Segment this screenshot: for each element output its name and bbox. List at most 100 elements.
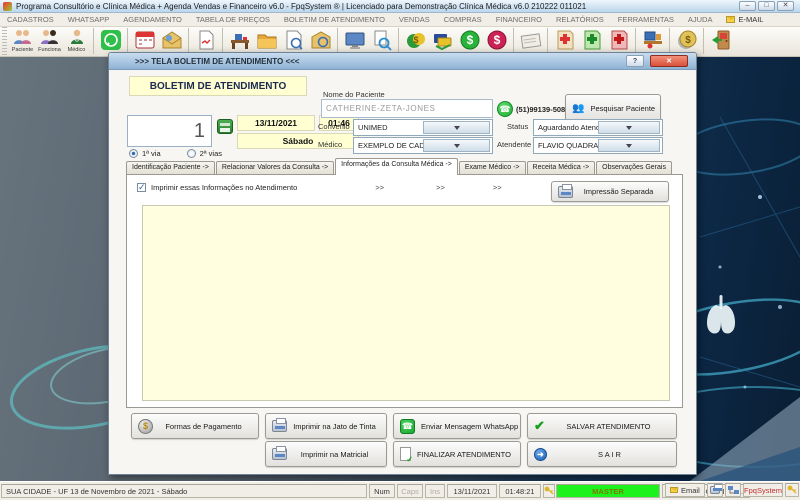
toolbar-paciente-button[interactable]: Paciente: [9, 27, 36, 55]
toolbar-sair-button[interactable]: [707, 27, 734, 55]
boletim-number-field[interactable]: 1: [127, 115, 212, 147]
statusbar-email[interactable]: Email: [665, 483, 705, 497]
menu-ajuda[interactable]: AJUDA: [681, 15, 720, 24]
statusbar-printer[interactable]: [707, 483, 723, 497]
workstation-icon: [642, 29, 664, 51]
toolbar-pesquisa-doc-button[interactable]: [280, 27, 307, 55]
tab-identificacao[interactable]: Identificação Paciente ->: [126, 161, 215, 175]
menu-whatsapp[interactable]: WHATSAPP: [61, 15, 117, 24]
toolbar-pesquisa-mail-button[interactable]: [307, 27, 334, 55]
statusbar-time: 01:48:21: [499, 484, 541, 498]
menu-tabela-precos[interactable]: TABELA DE PREÇOS: [189, 15, 277, 24]
medico-dropdown[interactable]: EXEMPLO DE CADASTRO DE MÉDICO: [353, 137, 493, 154]
menu-agendamento[interactable]: AGENDAMENTO: [116, 15, 189, 24]
dialog-close-button[interactable]: ✕: [650, 55, 688, 67]
toolbar-receita-button[interactable]: [192, 27, 219, 55]
whatsapp-phone-icon[interactable]: ☎: [497, 101, 513, 117]
maximize-button[interactable]: □: [758, 1, 775, 11]
medico-label: Médico: [318, 140, 342, 149]
statusbar-key2[interactable]: [785, 483, 799, 497]
toolbar-nota-button[interactable]: [517, 27, 544, 55]
salvar-atendimento-button[interactable]: ✔ SALVAR ATENDIMENTO: [527, 413, 677, 439]
calendar-picker-icon[interactable]: [217, 119, 233, 134]
patient-name-input[interactable]: CATHERINE-ZETA-JONES: [321, 99, 493, 118]
svg-text:$: $: [685, 35, 691, 46]
impressao-separada-button[interactable]: Impressão Separada: [551, 181, 669, 202]
tab-receita[interactable]: Receita Médica ->: [527, 161, 596, 175]
arrow-right-icon: ➜: [534, 448, 547, 461]
toolbar-arquivo-button[interactable]: [253, 27, 280, 55]
dollar-green-icon: $: [459, 29, 481, 51]
imprimir-matricial-button[interactable]: Imprimir na Matricial: [265, 441, 387, 467]
printer-icon: [272, 420, 287, 432]
search-patient-icon: 👥: [572, 104, 584, 114]
statusbar-date: 13/11/2021: [447, 484, 497, 498]
calendar-icon: [134, 29, 156, 51]
toolbar-caixa-button[interactable]: [429, 27, 456, 55]
atendente-dropdown[interactable]: FLAVIO QUADRADO: [533, 137, 663, 154]
imprimir-jato-button[interactable]: Imprimir na Jato de Tinta: [265, 413, 387, 439]
dollar-red-icon: $: [486, 29, 508, 51]
minimize-button[interactable]: –: [739, 1, 756, 11]
menu-email[interactable]: E-MAIL: [719, 15, 770, 24]
toolbar-whatsapp-button[interactable]: [97, 27, 124, 55]
toolbar-correspondencia-button[interactable]: [158, 27, 185, 55]
printer-icon: [272, 448, 287, 460]
menu-cadastros[interactable]: CADASTROS: [0, 15, 61, 24]
print-info-checkbox[interactable]: [137, 183, 146, 192]
menu-relatorios[interactable]: RELATÓRIOS: [549, 15, 611, 24]
toolbar-receber-button[interactable]: $: [456, 27, 483, 55]
chevron-3: >>: [493, 183, 502, 192]
toolbar-agenda-button[interactable]: [131, 27, 158, 55]
toolbar-atendimento-button[interactable]: [226, 27, 253, 55]
menu-financeiro[interactable]: FINANCEIRO: [489, 15, 549, 24]
toolbar-moeda-button[interactable]: $: [673, 27, 700, 55]
formas-pagamento-button[interactable]: $ Formas de Pagamento: [131, 413, 259, 439]
toolbar-guia-vermelha-button[interactable]: [605, 27, 632, 55]
close-button[interactable]: ✕: [777, 1, 794, 11]
toolbar-monitor-button[interactable]: [341, 27, 368, 55]
toolbar-guia-bege-button[interactable]: [551, 27, 578, 55]
toolbar-vendas-button[interactable]: $: [402, 27, 429, 55]
toolbar-pagar-button[interactable]: $: [483, 27, 510, 55]
via2-radio[interactable]: 2ª vias: [187, 149, 222, 158]
toolbar-funcionaria-button[interactable]: Funciona: [36, 27, 63, 55]
key-icon: [787, 485, 797, 495]
toolbar-separator: [93, 28, 94, 54]
toolbar-separator: [703, 28, 704, 54]
status-dropdown[interactable]: Aguardando Atendimento: [533, 119, 663, 136]
coin-icon: $: [138, 419, 153, 434]
statusbar-key: [543, 484, 555, 498]
tab-valores[interactable]: Relacionar Valores da Consulta ->: [216, 161, 334, 175]
sair-button[interactable]: ➜ S A I R: [527, 441, 677, 467]
tab-panel: Imprimir essas Informações no Atendiment…: [126, 174, 683, 408]
tab-informacoes[interactable]: Informações da Consulta Médica ->: [335, 158, 458, 175]
svg-text:$: $: [413, 35, 418, 45]
dialog-titlebar[interactable]: >>> TELA BOLETIM DE ATENDIMENTO <<< ? ✕: [109, 53, 696, 70]
statusbar-location: SUA CIDADE - UF 13 de Novembro de 2021 -…: [1, 484, 367, 498]
tab-observacoes[interactable]: Observações Gerais: [596, 161, 672, 175]
app-icon: [3, 2, 12, 11]
menu-vendas[interactable]: VENDAS: [392, 15, 437, 24]
menu-ferramentas[interactable]: FERRAMENTAS: [611, 15, 681, 24]
printer-icon: [558, 186, 573, 198]
menu-boletim[interactable]: BOLETIM DE ATENDIMENTO: [277, 15, 392, 24]
window-title: Programa Consultório e Clínica Médica + …: [16, 2, 586, 11]
menu-compras[interactable]: COMPRAS: [437, 15, 489, 24]
via2-radio-dot: [187, 149, 196, 158]
statusbar-network[interactable]: [725, 483, 741, 497]
finalizar-atendimento-button[interactable]: FINALIZAR ATENDIMENTO: [393, 441, 521, 467]
toolbar-guia-verde-button[interactable]: [578, 27, 605, 55]
consulta-notes-textarea[interactable]: [142, 205, 670, 401]
mail-open-icon: [161, 29, 183, 51]
toolbar-pesquisa-button[interactable]: [368, 27, 395, 55]
whatsapp-icon: ☎: [400, 419, 415, 434]
tab-exame[interactable]: Exame Médico ->: [459, 161, 526, 175]
toolbar-medico-button[interactable]: Médico: [63, 27, 90, 55]
dialog-help-button[interactable]: ?: [626, 55, 644, 67]
monitor-icon: [344, 29, 366, 51]
convenio-dropdown[interactable]: UNIMED: [353, 119, 493, 136]
enviar-whatsapp-button[interactable]: ☎ Enviar Mensagem WhatsApp: [393, 413, 521, 439]
via1-radio[interactable]: 1ª via: [129, 149, 161, 158]
toolbar-estacao-button[interactable]: [639, 27, 666, 55]
